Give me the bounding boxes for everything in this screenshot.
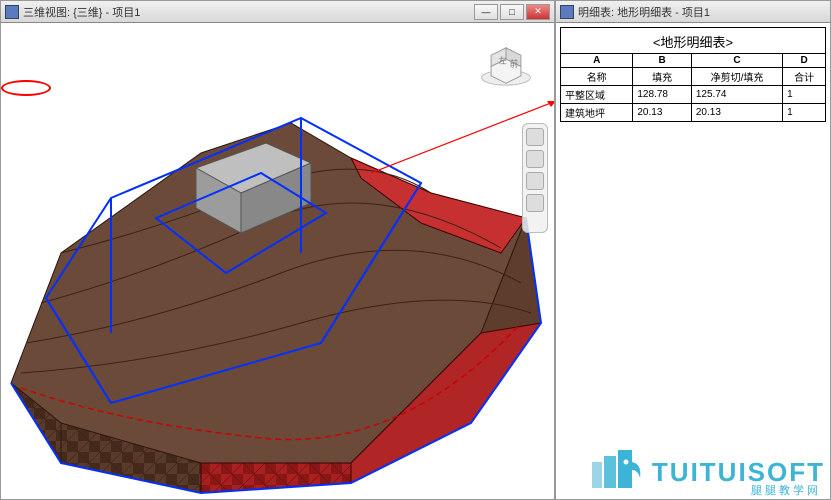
maximize-button[interactable]: □ [500,4,524,20]
cell-total[interactable]: 1 [783,104,826,122]
schedule-title: 明细表: 地形明细表 - 项目1 [578,4,826,20]
3dview-title: 三维视图: {三维} - 项目1 [23,4,474,20]
terrain-model [1,23,554,499]
elephant-icon [590,450,644,494]
viewcube-left-label: 左 [499,56,507,66]
zoom-icon[interactable] [526,172,544,190]
col-c[interactable]: C [691,54,782,68]
close-button[interactable]: ✕ [526,4,550,20]
schedule-content: <地形明细表> A B C D 名称 填充 净剪切/填充 合计 [556,23,830,126]
schedule-table[interactable]: A B C D 名称 填充 净剪切/填充 合计 平整区域 1 [560,53,826,122]
table-row[interactable]: 平整区域 128.78 125.74 1 [561,86,826,104]
col-d[interactable]: D [783,54,826,68]
cell-name[interactable]: 建筑地坪 [561,104,633,122]
cell-fill[interactable]: 128.78 [633,86,691,104]
app-icon [560,5,574,19]
viewcube-front-label: 前 [510,58,518,68]
header-name: 名称 [561,68,633,86]
cell-netcut[interactable]: 125.74 [691,86,782,104]
cell-netcut[interactable]: 20.13 [691,104,782,122]
schedule-window: 明细表: 地形明细表 - 项目1 <地形明细表> A B C D 名称 填充 净… [555,0,831,500]
header-netcut: 净剪切/填充 [691,68,782,86]
column-letter-row: A B C D [561,54,826,68]
column-header-row: 名称 填充 净剪切/填充 合计 [561,68,826,86]
cell-name[interactable]: 平整区域 [561,86,633,104]
header-total: 合计 [783,68,826,86]
cell-fill[interactable]: 20.13 [633,104,691,122]
col-b[interactable]: B [633,54,691,68]
steering-wheel-icon[interactable] [526,128,544,146]
header-fill: 填充 [633,68,691,86]
pan-icon[interactable] [526,150,544,168]
cell-total[interactable]: 1 [783,86,826,104]
window-controls: — □ ✕ [474,4,550,20]
3d-view-window: 三维视图: {三维} - 项目1 — □ ✕ [0,0,555,500]
schedule-heading: <地形明细表> [560,27,826,53]
orbit-icon[interactable] [526,194,544,212]
3d-viewport[interactable]: 左 前 [1,23,554,499]
watermark-subtitle: 腿腿教学网 [751,482,821,498]
minimize-button[interactable]: — [474,4,498,20]
schedule-titlebar[interactable]: 明细表: 地形明细表 - 项目1 [556,1,830,23]
viewcube[interactable]: 左 前 [478,31,534,87]
callout-ellipse [1,80,51,96]
col-a[interactable]: A [561,54,633,68]
table-row[interactable]: 建筑地坪 20.13 20.13 1 [561,104,826,122]
app-icon [5,5,19,19]
navigation-bar[interactable] [522,123,548,233]
3dview-titlebar[interactable]: 三维视图: {三维} - 项目1 — □ ✕ [1,1,554,23]
